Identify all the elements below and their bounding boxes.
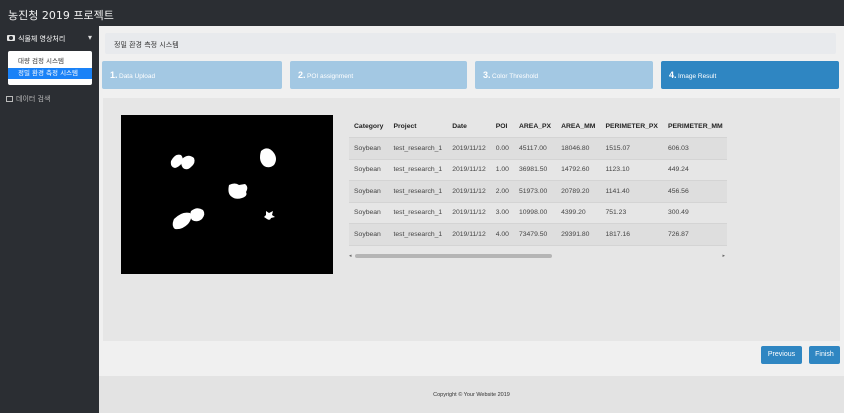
table-cell: 2019/11/12	[447, 159, 491, 181]
table-row: Soybean test_research_1 2019/11/12 4.00 7347…	[349, 223, 727, 246]
finish-button[interactable]: Finish	[809, 346, 840, 364]
copyright-text: Copyright © Your Website 2019	[433, 392, 510, 398]
step-color-threshold[interactable]: 3. Color Threshold	[475, 61, 653, 89]
column-header: PERIMETER_MM	[662, 116, 727, 138]
sidebar-item-mass-test[interactable]: 대량 검정 시스템	[8, 56, 92, 67]
table-cell: 3.00	[490, 202, 514, 224]
table-cell: Soybean	[349, 202, 389, 224]
table-cell: 18046.80	[556, 137, 601, 160]
table-cell: 2019/11/12	[447, 180, 491, 203]
table-body: Soybean test_research_1 2019/11/12 0.00 4511…	[349, 137, 727, 246]
table-row: Soybean test_research_1 2019/11/12 2.00 5197…	[349, 180, 727, 203]
step-data-upload[interactable]: 1. Data Upload	[102, 61, 282, 89]
table-header-row: Category Project Date POI AREA_PX AREA_MM PERI…	[349, 116, 727, 138]
result-table: Category Project Date POI AREA_PX AREA_MM PERI…	[349, 116, 727, 246]
sidebar-menu-label: 식물체 영상처리	[18, 35, 66, 43]
table-cell: test_research_1	[388, 180, 448, 203]
column-header: POI	[490, 116, 514, 138]
step-image-result[interactable]: 4. Image Result	[661, 61, 839, 89]
table-cell: 73479.50	[513, 223, 557, 246]
column-header: Project	[388, 116, 448, 138]
table-icon	[6, 96, 13, 102]
sidebar-item-label: 데이터 검색	[16, 95, 51, 103]
table-cell: Soybean	[349, 137, 389, 160]
chevron-down-icon: ▾	[87, 33, 92, 42]
column-header: AREA_MM	[556, 116, 601, 138]
column-header: Category	[349, 116, 389, 138]
sidebar: 식물체 영상처리 ▾ 대량 검정 시스템 정밀 환경 측정 시스템 데이터 검색	[0, 26, 99, 413]
table-cell: 0.00	[490, 137, 514, 160]
table-cell: 1515.07	[600, 137, 663, 160]
table-cell: 300.49	[662, 202, 727, 224]
segmented-leaves-graphic	[170, 148, 276, 230]
step-label: POI assignment	[307, 73, 354, 80]
table-cell: 2019/11/12	[447, 223, 491, 246]
table-cell: 1.00	[490, 159, 514, 181]
table-cell: 449.24	[662, 159, 727, 181]
step-number: 1.	[110, 70, 118, 80]
table-cell: test_research_1	[388, 159, 448, 181]
table-cell: 10998.00	[513, 202, 557, 224]
step-label: Image Result	[678, 73, 717, 80]
step-poi-assignment[interactable]: 2. POI assignment	[290, 61, 467, 89]
step-number: 4.	[669, 70, 677, 80]
previous-button[interactable]: Previous	[761, 346, 802, 364]
app-title: 농진청 2019 프로젝트	[8, 9, 114, 22]
table-cell: 456.56	[662, 180, 727, 203]
camera-icon	[7, 35, 15, 41]
table-cell: 14792.60	[556, 159, 601, 181]
page-title: 정밀 환경 측정 시스템	[114, 41, 179, 49]
table-cell: 51973.00	[513, 180, 557, 203]
scroll-right-arrow-icon[interactable]: ▸	[722, 253, 725, 259]
table-cell: 726.87	[662, 223, 727, 246]
table-cell: 36981.50	[513, 159, 557, 181]
sidebar-submenu: 대량 검정 시스템 정밀 환경 측정 시스템	[8, 51, 92, 85]
step-number: 3.	[483, 70, 491, 80]
table-cell: 2.00	[490, 180, 514, 203]
horizontal-scrollbar[interactable]: ◂ ▸	[349, 252, 727, 260]
table-cell: test_research_1	[388, 223, 448, 246]
table-row: Soybean test_research_1 2019/11/12 3.00 1099…	[349, 202, 727, 224]
table-cell: Soybean	[349, 159, 389, 181]
step-label: Data Upload	[119, 73, 156, 80]
scrollbar-thumb[interactable]	[355, 254, 552, 258]
sidebar-item-data-search[interactable]: 데이터 검색	[6, 94, 50, 104]
table-cell: 2019/11/12	[447, 137, 491, 160]
table-cell: 29391.80	[556, 223, 601, 246]
breadcrumb: 정밀 환경 측정 시스템	[105, 33, 836, 54]
table-cell: 606.03	[662, 137, 727, 160]
table-cell: Soybean	[349, 180, 389, 203]
table-cell: 751.23	[600, 202, 663, 224]
step-number: 2.	[298, 70, 306, 80]
column-header: AREA_PX	[513, 116, 557, 138]
table-cell: 45117.00	[513, 137, 557, 160]
table-cell: test_research_1	[388, 202, 448, 224]
scroll-left-arrow-icon[interactable]: ◂	[349, 253, 352, 259]
top-bar: 농진청 2019 프로젝트	[0, 0, 844, 26]
sidebar-menu-image-processing[interactable]: 식물체 영상처리 ▾	[0, 26, 99, 50]
table-cell: 4.00	[490, 223, 514, 246]
result-mask-image	[121, 115, 333, 274]
step-label: Color Threshold	[492, 73, 539, 80]
table-cell: 2019/11/12	[447, 202, 491, 224]
table-cell: 1141.40	[600, 180, 663, 203]
table-cell: 20789.20	[556, 180, 601, 203]
table-row: Soybean test_research_1 2019/11/12 0.00 4511…	[349, 137, 727, 160]
table-cell: 1123.10	[600, 159, 663, 181]
column-header: PERIMETER_PX	[600, 116, 663, 138]
table-row: Soybean test_research_1 2019/11/12 1.00 3698…	[349, 159, 727, 181]
sidebar-item-precision-env[interactable]: 정밀 환경 측정 시스템	[8, 68, 92, 79]
table-cell: 4399.20	[556, 202, 601, 224]
table-cell: 1817.16	[600, 223, 663, 246]
footer: Copyright © Your Website 2019	[99, 376, 844, 413]
result-table-container: Category Project Date POI AREA_PX AREA_MM PERI…	[349, 116, 727, 256]
table-cell: Soybean	[349, 223, 389, 246]
table-cell: test_research_1	[388, 137, 448, 160]
column-header: Date	[447, 116, 491, 138]
